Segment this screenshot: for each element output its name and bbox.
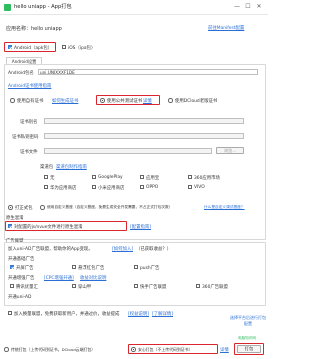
earnings-note: （已获取收益？）: [136, 247, 172, 252]
package-name-input[interactable]: uni.UNIXXXF1DE: [38, 69, 258, 75]
watermark: 电脑知识网: [238, 336, 256, 340]
pack-dialog: 应用名称：hello uniapp 前往Manifest配置 Android（a…: [0, 15, 268, 359]
maximize-button[interactable]: ☐: [243, 2, 253, 12]
channel-googleplay-label: GooglePlay: [98, 175, 123, 180]
channel-checkbox[interactable]: [44, 185, 48, 189]
cert-file-input[interactable]: [44, 148, 212, 154]
package-name-label: Android包名: [8, 71, 34, 76]
traditional-pack-label: 传统打包（上传代码到证书，DCloud云端打包）: [11, 347, 96, 352]
own-cert-radio[interactable]: [10, 98, 15, 103]
channel-checkbox[interactable]: [188, 175, 192, 179]
ad-bid-label: 加入换量联盟，免费获取新用户，并通过价，收益提成: [14, 312, 120, 317]
cert-password-label: 证书私钥密码: [12, 135, 39, 140]
channel-guide-link[interactable]: 渠道包制作指南: [56, 164, 87, 170]
public-test-cert-link[interactable]: 详情: [143, 98, 152, 104]
how-to-join-link[interactable]: [如何加入]: [112, 246, 133, 252]
android-label: Android（apk包）: [14, 46, 53, 51]
formal-build-radio[interactable]: [8, 205, 13, 210]
minimize-button[interactable]: —: [232, 2, 242, 12]
channel-oppo-label: OPPO: [146, 185, 159, 190]
channel-checkbox[interactable]: [92, 185, 96, 189]
ad-network-checkbox[interactable]: [196, 284, 200, 288]
channel-label: 渠道包: [40, 165, 54, 170]
browse-button[interactable]: 浏览...: [216, 147, 244, 154]
channel-checkbox[interactable]: [140, 175, 144, 179]
ad-360-label: 360广告联盟: [202, 285, 228, 290]
cpc-compare-link[interactable]: 收益对比说明: [80, 275, 106, 281]
obfuscation-checkbox[interactable]: [8, 224, 12, 228]
channel-xiaomi-label: 小米应用商店: [98, 186, 125, 191]
channel-yyb-label: 应用宝: [146, 176, 160, 181]
cert-password-input[interactable]: [44, 133, 244, 139]
channel-checkbox[interactable]: [140, 185, 144, 189]
window-title: hello uniapp - App打包: [14, 4, 72, 10]
secure-pack-label: 安心打包（不上传代码到证书）: [138, 347, 193, 352]
custom-base-label: 使用自定义基座（自定义基座，免费生成安全开发需要，不占正式打包次数）: [47, 205, 173, 209]
ad-network-checkbox[interactable]: [10, 284, 14, 288]
ad-bid-details-link[interactable]: [了解详情]: [152, 311, 173, 317]
submit-pack-button[interactable]: 打包: [237, 345, 261, 353]
public-test-cert-radio[interactable]: [100, 98, 105, 103]
ad-bid-checkbox[interactable]: [8, 311, 12, 315]
android-checkbox[interactable]: [8, 45, 12, 49]
cert-alias-label: 证书别名: [20, 120, 38, 125]
channel-checkbox[interactable]: [188, 185, 192, 189]
ad-network-checkbox[interactable]: [72, 284, 76, 288]
custom-base-link[interactable]: 什么是自定义调试基座？: [204, 205, 245, 210]
window-titlebar: hello uniapp - App打包 — ☐ ✕: [0, 0, 268, 15]
secure-pack-details-link[interactable]: 详情: [220, 347, 229, 353]
ad-tencent-label: 腾讯优量汇: [16, 285, 38, 290]
side-info-note: 选择平台后进行打包配置: [230, 315, 266, 326]
app-logo-icon: [4, 4, 11, 11]
channel-huawei-label: 华为应用商店: [50, 186, 77, 191]
ios-label: iOS（ipa包）: [68, 46, 96, 51]
ad-bid-rights-link[interactable]: [权益说明]: [128, 311, 149, 317]
channel-checkbox[interactable]: [92, 175, 96, 179]
obfuscation-label: 对配置的js/nvue文件进行原生混淆: [14, 225, 83, 230]
channel-360-label: 360应用市场: [194, 176, 220, 181]
traditional-pack-radio[interactable]: [4, 347, 9, 352]
dcloud-cert-radio[interactable]: [168, 98, 173, 103]
android-cert-guide-link[interactable]: Android证书使用指南: [8, 83, 51, 89]
ad-checkbox[interactable]: [72, 265, 76, 269]
ad-alliance-desc: 加入uni-AD广告联盟，帮助你的App变现。: [8, 247, 93, 252]
public-test-cert-label: 使用公共测试证书: [107, 99, 143, 104]
channel-checkbox[interactable]: [44, 175, 48, 179]
channel-vivo-label: VIVO: [194, 185, 205, 190]
custom-base-radio[interactable]: [40, 205, 45, 210]
ad-network-checkbox[interactable]: [134, 284, 138, 288]
ad-pangle-label: 穿山甲: [78, 285, 92, 290]
channel-none-label: 无: [50, 176, 55, 181]
ad-splash-label: 开屏广告: [16, 266, 34, 271]
ad-kuaishou-label: 快手广告联盟: [140, 285, 167, 290]
obfuscation-guide-link[interactable]: [配置指南]: [130, 224, 151, 230]
cpc-ads-label: 开通增强广告: [8, 276, 35, 281]
app-name-label: 应用名称：hello uniapp: [6, 26, 62, 32]
how-to-generate-cert-link[interactable]: 如何生成证书: [52, 98, 78, 104]
secure-pack-radio[interactable]: [131, 347, 136, 352]
cert-file-label: 证书文件: [20, 150, 38, 155]
ad-checkbox[interactable]: [10, 265, 14, 269]
ios-checkbox[interactable]: [62, 45, 66, 49]
manifest-config-link[interactable]: 前往Manifest配置: [208, 25, 244, 31]
basic-ads-label: 开通基础广告: [8, 257, 35, 262]
own-cert-label: 使用自有证书: [17, 99, 44, 104]
ad-checkbox[interactable]: [134, 265, 138, 269]
formal-build-label: 打正式包: [15, 206, 33, 211]
cert-alias-input[interactable]: [44, 118, 244, 124]
close-button[interactable]: ✕: [254, 2, 264, 12]
footer: 传统打包（上传代码到证书，DCloud云端打包） 安心打包（不上传代码到证书） …: [0, 334, 268, 359]
ad-redpacket-label: 悬浮红包广告: [78, 266, 105, 271]
ad-push-label: push广告: [140, 266, 160, 271]
cpc-link[interactable]: [CPC增强开通]: [44, 275, 74, 281]
dcloud-cert-label: 使用DCloud老版证书: [175, 99, 218, 104]
recharge-label: 开通uni-AD: [8, 295, 32, 300]
